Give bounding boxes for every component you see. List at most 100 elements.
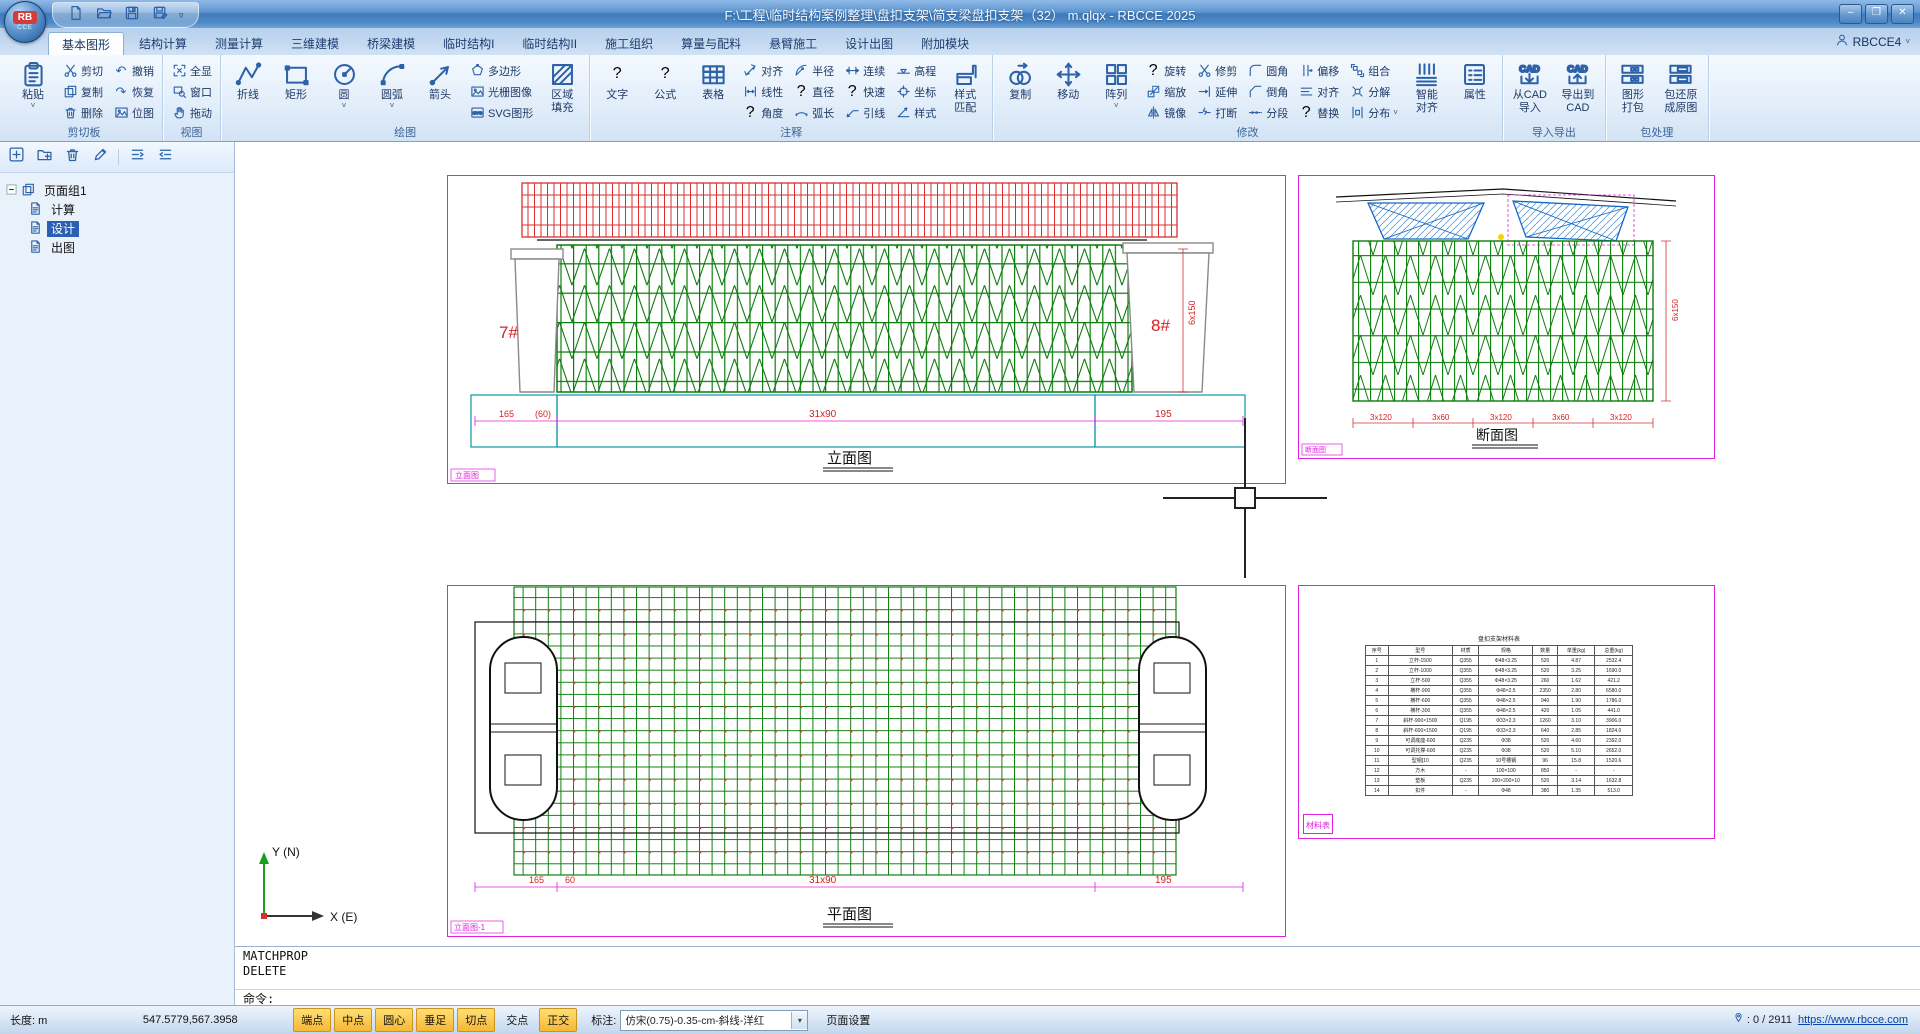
leader-button[interactable]: 引线 bbox=[840, 102, 889, 123]
table-button[interactable]: 表格 bbox=[690, 57, 736, 104]
zoom-window-button[interactable]: 窗口 bbox=[167, 81, 216, 102]
elevation-mark-button[interactable]: 高程 bbox=[891, 60, 940, 81]
snap-tangent-toggle[interactable]: 切点 bbox=[457, 1008, 495, 1032]
materials-viewport[interactable]: 盘扣支架材料表 序号型号材质规格数量单重(kg)总重(kg)1立杆-1500Q3… bbox=[1298, 585, 1715, 839]
new-button[interactable] bbox=[67, 6, 85, 24]
rectangle-button[interactable]: 矩形 bbox=[273, 57, 319, 104]
redo-button[interactable]: ↷恢复 bbox=[109, 81, 158, 102]
svg-graphic-button[interactable]: SVGSVG图形 bbox=[465, 102, 537, 123]
explode-button[interactable]: 分解 bbox=[1345, 81, 1402, 102]
raster-image-button[interactable]: 光栅图像 bbox=[465, 81, 537, 102]
tab-construction-org[interactable]: 施工组织 bbox=[592, 32, 666, 56]
dim-angle-button[interactable]: ?角度 bbox=[738, 102, 787, 123]
add-page-group-button[interactable] bbox=[6, 147, 26, 167]
save-button[interactable] bbox=[123, 6, 141, 24]
mod-align-button[interactable]: 对齐 bbox=[1294, 81, 1343, 102]
dim-arclength-button[interactable]: 弧长 bbox=[789, 102, 838, 123]
copy-button[interactable]: 复制 bbox=[58, 81, 107, 102]
tab-addon-modules[interactable]: 附加模块 bbox=[908, 32, 982, 56]
cad-export-button[interactable]: CAD导出到 CAD bbox=[1555, 57, 1601, 117]
mod-copy-button[interactable]: 复制 bbox=[997, 57, 1043, 104]
page-setup-button[interactable]: 页面设置 bbox=[818, 1009, 878, 1031]
array-button[interactable]: 阵列˅ bbox=[1093, 57, 1139, 111]
smart-align-button[interactable]: 智能 对齐 bbox=[1404, 57, 1450, 117]
snap-perpendicular-toggle[interactable]: 垂足 bbox=[416, 1008, 454, 1032]
trim-button[interactable]: 修剪 bbox=[1192, 60, 1241, 81]
tree-item-page-output[interactable]: 出图 bbox=[6, 238, 234, 257]
pan-button[interactable]: 拖动 bbox=[167, 102, 216, 123]
polygon-button[interactable]: 多边形 bbox=[465, 60, 537, 81]
snap-endpoint-toggle[interactable]: 端点 bbox=[293, 1008, 331, 1032]
tab-modeling-3d[interactable]: 三维建模 bbox=[278, 32, 352, 56]
move-button[interactable]: 移动 bbox=[1045, 57, 1091, 104]
offset-button[interactable]: 偏移 bbox=[1294, 60, 1343, 81]
segment-button[interactable]: 分段 bbox=[1243, 102, 1292, 123]
style-match-button[interactable]: 样式 匹配 bbox=[942, 57, 988, 117]
tree-item-page-calc[interactable]: 计算 bbox=[6, 200, 234, 219]
section-viewport[interactable]: 3x120 3x60 3x120 3x60 3x120 6x150 断面图 断面… bbox=[1298, 175, 1715, 459]
tab-basic-graphics[interactable]: 基本图形 bbox=[48, 32, 124, 56]
pack-restore-button[interactable]: 包还原 成原图 bbox=[1658, 57, 1704, 117]
text-button[interactable]: ?文字 bbox=[594, 57, 640, 104]
annotation-style-select[interactable]: 仿宋(0.75)-0.35-cm-斜线-洋红 ▾ bbox=[620, 1010, 808, 1031]
tab-bridge-modeling[interactable]: 桥梁建模 bbox=[354, 32, 428, 56]
tab-survey-calc[interactable]: 测量计算 bbox=[202, 32, 276, 56]
bitmap-button[interactable]: 位图 bbox=[109, 102, 158, 123]
tree-expander-icon[interactable] bbox=[6, 184, 17, 198]
minimize-button[interactable]: – bbox=[1839, 4, 1862, 24]
dim-radius-button[interactable]: 半径 bbox=[789, 60, 838, 81]
snap-intersection-toggle[interactable]: 交点 bbox=[498, 1008, 536, 1032]
tree-item-page-group-1[interactable]: 页面组1 bbox=[6, 181, 234, 200]
app-logo[interactable]: RB CCE bbox=[4, 1, 46, 43]
arc-button[interactable]: 圆弧˅ bbox=[369, 57, 415, 111]
group-button[interactable]: 组合 bbox=[1345, 60, 1402, 81]
restore-button[interactable]: ❐ bbox=[1865, 4, 1888, 24]
fillet-button[interactable]: 圆角 bbox=[1243, 60, 1292, 81]
drawing-canvas[interactable]: 7# 8# 165 (60) 31x90 195 6x150 立面图 立面图 bbox=[235, 142, 1920, 946]
rotate-button[interactable]: ?旋转 bbox=[1141, 60, 1190, 81]
paste-button[interactable]: 粘贴˅ bbox=[10, 57, 56, 111]
extend-button[interactable]: 延伸 bbox=[1192, 81, 1241, 102]
edit-page-button[interactable] bbox=[90, 147, 110, 167]
qat-dropdown-icon[interactable]: ▿ bbox=[179, 10, 184, 21]
tab-design-output[interactable]: 设计出图 bbox=[832, 32, 906, 56]
account-menu[interactable]: RBCCE4 ˅ bbox=[1835, 33, 1910, 50]
pack-graphics-button[interactable]: 图形 打包 bbox=[1610, 57, 1656, 117]
dim-style-button[interactable]: 样式 bbox=[891, 102, 940, 123]
close-button[interactable]: ✕ bbox=[1891, 4, 1914, 24]
website-link[interactable]: https://www.rbcce.com bbox=[1798, 1014, 1908, 1026]
add-page-button[interactable] bbox=[34, 147, 54, 167]
tab-temp-structure-1[interactable]: 临时结构I bbox=[430, 32, 507, 56]
tab-quantity-materials[interactable]: 算量与配料 bbox=[668, 32, 754, 56]
circle-button[interactable]: 圆˅ bbox=[321, 57, 367, 111]
tree-item-page-design[interactable]: 设计 bbox=[6, 219, 234, 238]
snap-midpoint-toggle[interactable]: 中点 bbox=[334, 1008, 372, 1032]
cad-import-button[interactable]: CAD从CAD 导入 bbox=[1507, 57, 1553, 117]
snap-center-toggle[interactable]: 圆心 bbox=[375, 1008, 413, 1032]
tab-temp-structure-2[interactable]: 临时结构II bbox=[509, 32, 590, 56]
polyline-button[interactable]: 折线 bbox=[225, 57, 271, 104]
dim-continue-button[interactable]: 连续 bbox=[840, 60, 889, 81]
tab-cantilever-construction[interactable]: 悬臂施工 bbox=[756, 32, 830, 56]
command-window[interactable]: MATCHPROP DELETE 命令: bbox=[235, 946, 1920, 1005]
coordinate-mark-button[interactable]: 坐标 bbox=[891, 81, 940, 102]
elevation-viewport[interactable]: 7# 8# 165 (60) 31x90 195 6x150 立面图 立面图 bbox=[447, 175, 1286, 484]
break-button[interactable]: 打断 bbox=[1192, 102, 1241, 123]
dim-aligned-button[interactable]: 对齐 bbox=[738, 60, 787, 81]
undo-button[interactable]: ↶撤销 bbox=[109, 60, 158, 81]
scale-button[interactable]: 缩放 bbox=[1141, 81, 1190, 102]
chamfer-button[interactable]: 倒角 bbox=[1243, 81, 1292, 102]
zoom-all-button[interactable]: 全显 bbox=[167, 60, 216, 81]
expand-all-button[interactable] bbox=[127, 147, 147, 167]
open-button[interactable] bbox=[95, 6, 113, 24]
arrow-button[interactable]: 箭头 bbox=[417, 57, 463, 104]
plan-viewport[interactable]: 165 60 31x90 195 平面图 立面图-1 bbox=[447, 585, 1286, 937]
dim-diameter-button[interactable]: ?直径 bbox=[789, 81, 838, 102]
distribute-button[interactable]: 分布˅ bbox=[1345, 102, 1402, 123]
collapse-all-button[interactable] bbox=[155, 147, 175, 167]
properties-button[interactable]: 属性 bbox=[1452, 57, 1498, 104]
formula-button[interactable]: ?公式 bbox=[642, 57, 688, 104]
cut-button[interactable]: 剪切 bbox=[58, 60, 107, 81]
mirror-button[interactable]: 镜像 bbox=[1141, 102, 1190, 123]
ortho-toggle[interactable]: 正交 bbox=[539, 1008, 577, 1032]
